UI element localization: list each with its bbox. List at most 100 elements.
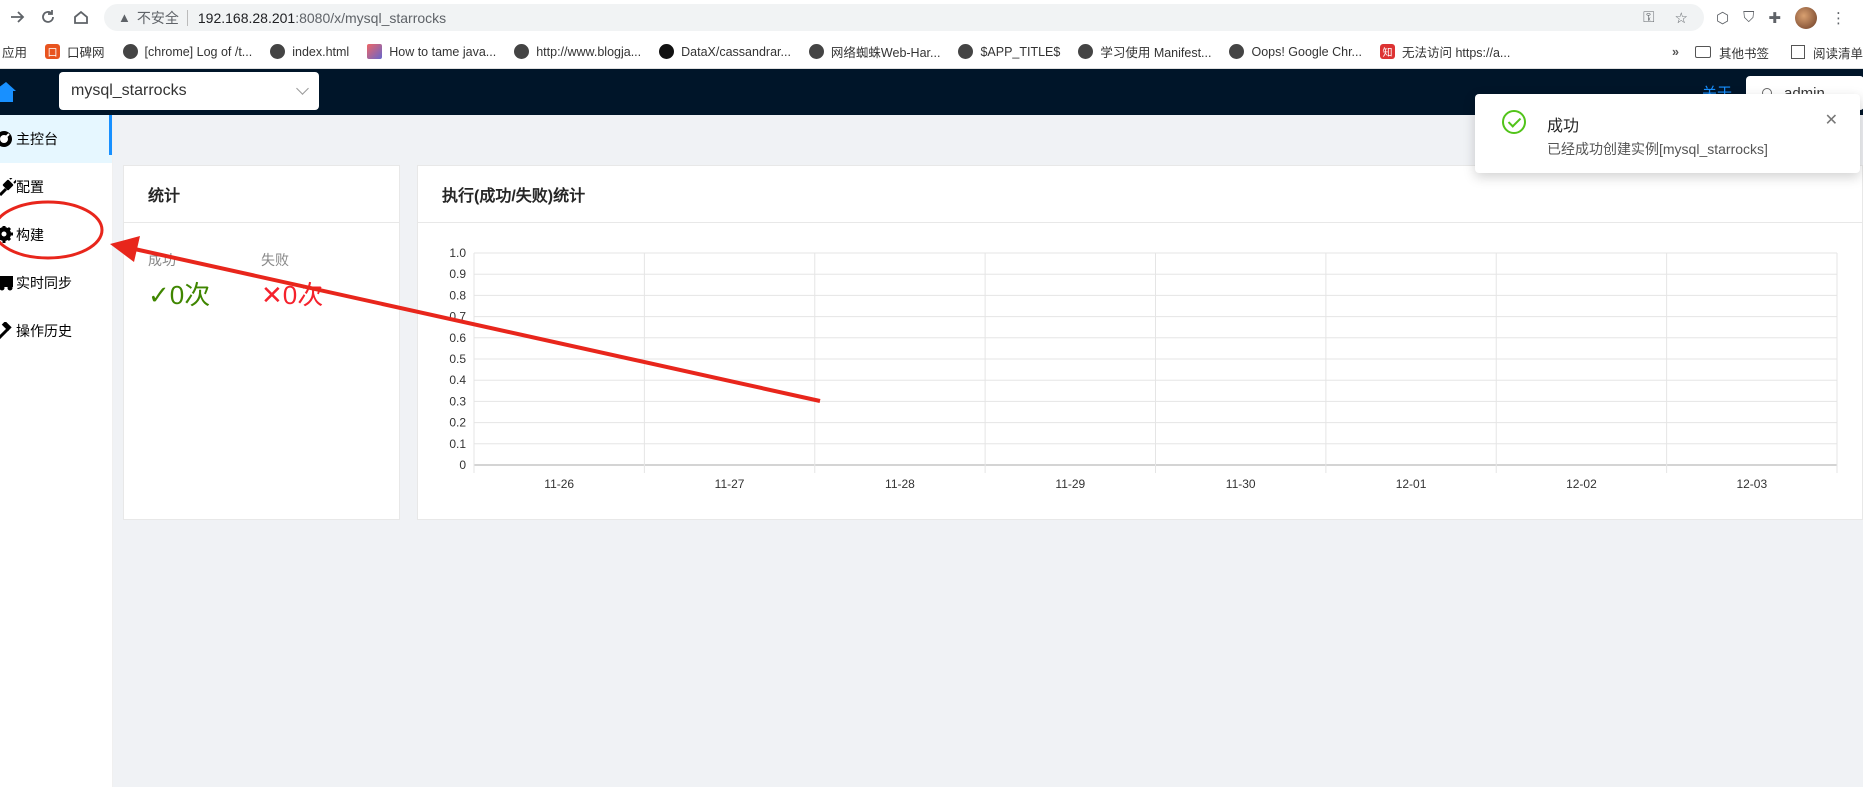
github-icon — [659, 44, 675, 59]
bookmark-label: 学习使用 Manifest... — [1100, 46, 1212, 60]
x-tick-label: 12-03 — [1736, 477, 1767, 491]
other-bookmarks[interactable]: 其他书签 — [1719, 43, 1769, 62]
bookmark-label: [chrome] Log of /t... — [144, 44, 253, 59]
bookmark-item[interactable]: 知无法访问 https://a... — [1379, 42, 1511, 61]
bookmark-label: How to tame java... — [389, 44, 497, 59]
sidebar-item-label: 构建 — [16, 227, 44, 243]
bookmark-item[interactable]: 口口碑网 — [45, 42, 105, 61]
sidebar-item-label: 实时同步 — [16, 275, 72, 291]
globe-icon — [958, 44, 974, 59]
sidebar-item-build[interactable]: 构建 — [0, 211, 112, 259]
success-label: 成功 — [148, 252, 176, 268]
y-tick-label: 0.7 — [449, 310, 466, 324]
insecure-label: 不安全 — [136, 9, 179, 26]
bookmarks-bar: 应用 口口碑网 [chrome] Log of /t... index.html… — [0, 35, 1863, 69]
bookmark-label: 无法访问 https://a... — [1401, 46, 1511, 60]
y-tick-label: 0 — [459, 458, 466, 472]
y-tick-label: 1.0 — [449, 246, 466, 260]
success-count: ✓0次 — [148, 280, 211, 310]
cog-icon — [0, 226, 16, 244]
y-tick-label: 0.3 — [449, 394, 466, 408]
bookmark-label: 应用 — [2, 46, 28, 60]
sidebar-item-config[interactable]: 配置 — [0, 163, 112, 211]
execution-chart: 0 0.1 0.2 0.3 0.4 0.5 0.6 0.7 0.8 0.9 1.0 11-26 11-2… — [449, 246, 1838, 491]
shield-extension-icon[interactable]: ⛉ — [1743, 9, 1754, 26]
globe-icon — [1078, 44, 1094, 59]
chevron-down-icon — [296, 82, 309, 95]
globe-icon — [808, 44, 824, 59]
profile-avatar[interactable] — [1794, 6, 1817, 29]
address-bar[interactable]: ▲ 不安全 192.168.28.201:8080/x/mysql_starro… — [104, 4, 1704, 31]
chevron-right-double-icon[interactable]: » — [1672, 45, 1679, 59]
sidebar-item-label: 操作历史 — [16, 323, 72, 339]
hammer-icon — [0, 322, 16, 340]
forward-icon[interactable] — [2, 2, 32, 32]
y-tick-label: 0.6 — [449, 331, 466, 345]
warning-icon: ▲ — [118, 10, 131, 25]
y-tick-label: 0.5 — [449, 352, 466, 366]
fail-count: ✕0次 — [261, 280, 324, 310]
close-icon[interactable]: ✕ — [1825, 110, 1838, 130]
x-tick-label: 11-27 — [715, 477, 745, 491]
bookmark-label: 口碑网 — [67, 46, 105, 60]
bookmark-item[interactable]: http://www.blogja... — [514, 44, 641, 59]
bookmark-label: Oops! Google Chr... — [1251, 44, 1362, 59]
notification-message: 已经成功创建实例[mysql_starrocks] — [1547, 141, 1768, 157]
bookmark-label: index.html — [292, 44, 350, 59]
sidebar-item-label: 配置 — [16, 179, 44, 195]
url-path: :8080/x/mysql_starrocks — [295, 9, 447, 26]
sidebar: 主控台 配置 构建 实时同步 操作历史 — [0, 115, 113, 787]
address-divider — [186, 9, 188, 26]
x-tick-label: 11-29 — [1055, 477, 1085, 491]
sidebar-item-realtime-sync[interactable]: 实时同步 — [0, 259, 112, 307]
omnibox-actions: ⚿ ☆ — [1643, 4, 1704, 31]
dashboard-icon — [0, 130, 16, 148]
star-icon[interactable]: ☆ — [1675, 9, 1688, 27]
globe-icon — [514, 44, 530, 59]
y-tick-label: 0.2 — [449, 416, 466, 430]
sidebar-item-history[interactable]: 操作历史 — [0, 307, 112, 355]
reading-list-icon — [1790, 45, 1805, 59]
koubei-icon: 口 — [45, 44, 61, 59]
x-tick-label: 12-02 — [1566, 477, 1597, 491]
globe-icon — [1229, 44, 1245, 59]
reload-icon[interactable] — [33, 2, 63, 32]
bookmark-label: 网络蜘蛛Web-Har... — [830, 46, 941, 60]
bookmark-item[interactable]: index.html — [270, 44, 349, 59]
fail-label: 失败 — [261, 252, 289, 268]
sidebar-item-dashboard[interactable]: 主控台 — [0, 115, 112, 163]
plug-icon — [0, 178, 16, 196]
statistics-card: 统计 成功 ✓0次 失败 ✕0次 — [123, 165, 400, 520]
home-browser-icon[interactable] — [66, 2, 96, 32]
y-tick-label: 0.4 — [449, 373, 466, 387]
browser-toolbar: ▲ 不安全 192.168.28.201:8080/x/mysql_starro… — [0, 0, 1863, 35]
sidebar-item-label: 主控台 — [16, 131, 58, 147]
bookmark-item[interactable]: $APP_TITLE$ — [958, 44, 1060, 59]
url-host: 192.168.28.201 — [197, 9, 296, 26]
bookmark-item[interactable]: 应用 — [2, 42, 27, 61]
bookmark-item[interactable]: 网络蜘蛛Web-Har... — [808, 42, 941, 61]
folder-icon — [1694, 46, 1711, 58]
instance-select[interactable]: mysql_starrocks — [59, 72, 319, 110]
reading-list[interactable]: 阅读清单 — [1813, 43, 1863, 62]
bookmark-item[interactable]: 学习使用 Manifest... — [1078, 42, 1211, 61]
check-circle-icon — [1502, 110, 1526, 134]
bookmark-item[interactable]: Oops! Google Chr... — [1229, 44, 1362, 59]
bookmark-item[interactable]: [chrome] Log of /t... — [122, 44, 253, 59]
angular-extension-icon[interactable]: ⬡ — [1716, 9, 1729, 27]
globe-icon — [270, 44, 286, 59]
bookmark-item[interactable]: DataX/cassandrar... — [659, 44, 791, 59]
instance-select-value: mysql_starrocks — [71, 82, 187, 99]
home-icon[interactable] — [0, 81, 16, 103]
bookmark-label: http://www.blogja... — [536, 44, 642, 59]
y-tick-label: 0.9 — [449, 267, 466, 281]
x-tick-label: 11-28 — [885, 477, 915, 491]
zhi-icon: 知 — [1379, 44, 1395, 59]
bookmark-item[interactable]: How to tame java... — [367, 44, 496, 59]
bookmarks-overflow: » 其他书签 阅读清单 — [1666, 35, 1863, 68]
puzzle-icon[interactable]: ✚ — [1768, 9, 1781, 27]
truck-icon — [0, 274, 16, 292]
menu-dots-icon[interactable]: ⋮ — [1831, 9, 1846, 27]
key-icon[interactable]: ⚿ — [1643, 9, 1654, 26]
bookmark-image-icon — [367, 44, 383, 59]
